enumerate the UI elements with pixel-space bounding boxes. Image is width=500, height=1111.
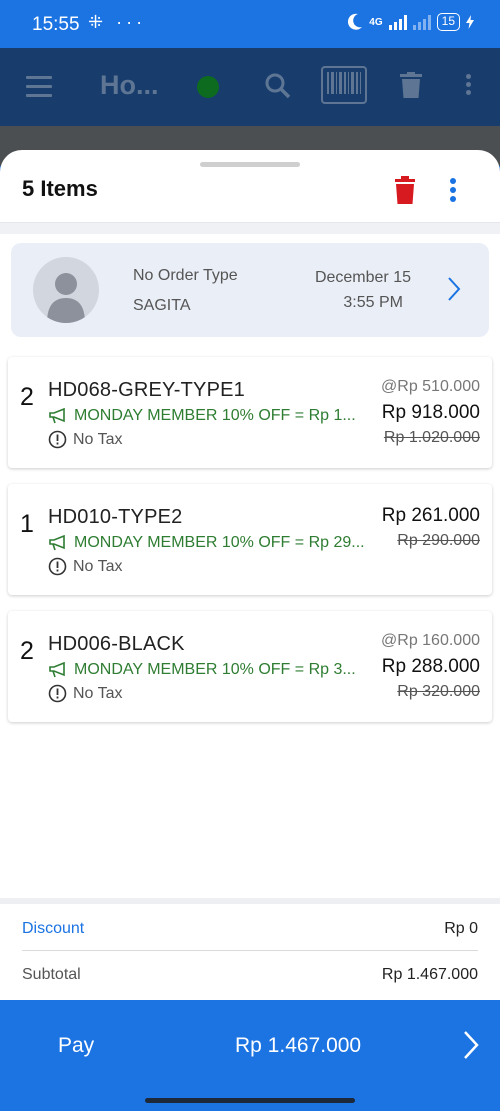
megaphone-icon [49,535,65,551]
notification-icons: ⁜ ··· [88,12,147,32]
cart-item[interactable]: 1 HD010-TYPE2 MONDAY MEMBER 10% OFF = Rp… [8,484,492,595]
search-icon[interactable] [264,72,292,100]
item-promo: MONDAY MEMBER 10% OFF = Rp 29... [48,534,365,552]
item-original-price: Rp 320.000 [397,683,480,700]
menu-icon[interactable] [26,76,52,103]
item-unit-price: @Rp 510.000 [381,378,480,395]
status-bar: 15:55 ⁜ ··· 4G 15 [0,0,500,48]
signal-icon [388,14,407,30]
discount-link[interactable]: Discount [22,920,84,938]
item-promo-text: MONDAY MEMBER 10% OFF = Rp 29... [74,534,365,551]
cart-item[interactable]: 2 HD068-GREY-TYPE1 MONDAY MEMBER 10% OFF… [8,357,492,468]
item-tax-text: No Tax [73,557,123,575]
summary-rule [22,950,478,951]
item-original-price: Rp 1.020.000 [383,429,480,446]
item-promo-text: MONDAY MEMBER 10% OFF = Rp 1... [74,407,356,424]
pay-label: Pay [58,1034,95,1057]
info-circle-icon [48,684,67,703]
pay-total: Rp 1.467.000 [235,1034,362,1057]
online-status-indicator [197,76,219,98]
item-tax: No Tax [48,557,123,576]
summary-divider [0,898,500,904]
trash-icon[interactable] [400,72,422,98]
status-time: 15:55 [32,14,80,35]
item-name: HD006-BLACK [48,633,185,655]
item-tax-text: No Tax [73,684,123,702]
chevron-right-icon [464,1031,479,1059]
item-qty: 2 [20,637,34,665]
item-promo-text: MONDAY MEMBER 10% OFF = Rp 3... [74,661,356,678]
drag-handle[interactable] [200,162,300,167]
person-icon [33,257,99,323]
subtotal-label: Subtotal [22,966,81,983]
item-name: HD010-TYPE2 [48,506,183,528]
barcode-icon[interactable] [321,66,367,104]
customer-card[interactable]: No Order Type SAGITA December 15 3:55 PM [11,243,489,337]
subtotal-value: Rp 1.467.000 [381,966,478,983]
order-time: 3:55 PM [343,294,403,311]
more-vert-icon[interactable] [466,74,471,95]
item-unit-price: @Rp 160.000 [381,632,480,649]
delete-all-icon[interactable] [394,176,416,204]
divider [0,222,500,234]
customer-name: SAGITA [133,297,191,314]
cart-item[interactable]: 2 HD006-BLACK MONDAY MEMBER 10% OFF = Rp… [8,611,492,722]
item-total-price: Rp 918.000 [381,402,480,423]
info-circle-icon [48,557,67,576]
megaphone-icon [49,662,65,678]
item-promo: MONDAY MEMBER 10% OFF = Rp 1... [48,407,356,425]
app-bar: Ho... [0,48,500,126]
item-tax: No Tax [48,430,123,449]
home-gesture-handle[interactable] [145,1098,355,1103]
item-name: HD068-GREY-TYPE1 [48,379,245,401]
status-right: 4G 15 [347,13,474,31]
item-qty: 2 [20,383,34,411]
item-tax-text: No Tax [73,430,123,448]
order-type: No Order Type [133,267,238,284]
network-label: 4G [369,16,383,28]
more-vert-icon[interactable] [450,178,460,205]
item-original-price: Rp 290.000 [397,532,480,549]
megaphone-icon [49,408,65,424]
signal-2-icon [412,14,431,30]
app-title: Ho... [100,70,159,100]
item-total-price: Rp 261.000 [381,505,480,526]
pay-button[interactable]: Pay Rp 1.467.000 [0,1000,500,1090]
info-circle-icon [48,430,67,449]
item-total-price: Rp 288.000 [381,656,480,677]
chevron-right-icon[interactable] [447,276,461,302]
item-qty: 1 [20,510,34,538]
battery-icon: 15 [436,13,460,31]
moon-icon [348,13,363,30]
cart-sheet: 5 Items No Order Type SAGITA December 15… [0,150,500,1000]
charging-icon [466,15,474,29]
order-date: December 15 [314,269,411,286]
discount-value: Rp 0 [444,920,478,937]
items-count-title: 5 Items [22,176,98,201]
item-tax: No Tax [48,684,123,703]
system-nav-bar [0,1090,500,1111]
item-promo: MONDAY MEMBER 10% OFF = Rp 3... [48,661,356,679]
